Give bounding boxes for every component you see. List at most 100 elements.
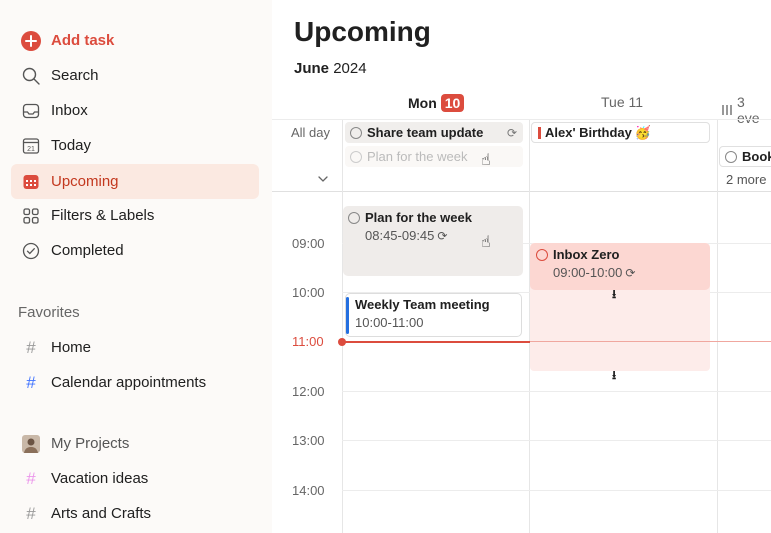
sidebar-item-home[interactable]: # Home [11, 330, 259, 365]
today-badge: 10 [440, 94, 465, 112]
divider [342, 120, 343, 533]
sidebar-item-calendar-appointments[interactable]: # Calendar appointments [11, 365, 259, 400]
event-title: Weekly Team meeting [355, 297, 490, 312]
calendar-day-icon: 21 [21, 136, 41, 156]
color-bar [538, 126, 541, 139]
bars-icon [722, 105, 733, 115]
grab-cursor-icon: ☝ [481, 234, 491, 251]
check-circle-icon [21, 241, 41, 261]
task-title: Share team update [367, 125, 484, 140]
day-label: Mon [408, 95, 437, 111]
time-label: 10:00 [292, 285, 325, 300]
sidebar-item-completed[interactable]: Completed [11, 233, 259, 268]
sidebar-item-label: Vacation ideas [51, 470, 149, 487]
resize-handle-icon[interactable]: ⭳ [612, 285, 616, 306]
event-time: 09:00-10:00 [553, 265, 623, 280]
all-day-label: All day [291, 125, 331, 140]
allday-task-alex-birthday[interactable]: Alex' Birthday 🥳 [531, 122, 710, 143]
hash-icon: # [26, 337, 36, 357]
event-inbox-zero[interactable]: Inbox Zero 09:00-10:00 ⟳ [530, 243, 710, 290]
hour-line [342, 490, 771, 491]
calendar-grid-icon [21, 172, 41, 192]
sidebar-item-label: Filters & Labels [51, 207, 155, 224]
sidebar-item-label: Today [51, 137, 92, 154]
month-selector[interactable]: June 2024 [294, 60, 367, 77]
task-checkbox[interactable] [348, 211, 360, 224]
add-task-button[interactable]: Add task [11, 23, 259, 58]
task-checkbox [350, 150, 362, 163]
plus-circle-icon [21, 30, 41, 51]
sidebar-item-label: Completed [51, 242, 124, 259]
favorites-heading[interactable]: Favorites [18, 304, 80, 321]
sidebar-item-today[interactable]: 21 Today [11, 128, 259, 163]
time-label: 13:00 [292, 433, 325, 448]
divider [717, 120, 718, 533]
svg-text:21: 21 [27, 146, 35, 153]
event-title: Plan for the week [365, 210, 472, 225]
grab-cursor-icon: ☝ [481, 152, 491, 169]
event-title: Inbox Zero [553, 247, 620, 262]
sidebar-item-label: Calendar appointments [51, 374, 207, 391]
page-title: Upcoming [294, 16, 431, 47]
sidebar-item-label: Search [51, 67, 99, 84]
main-panel: Upcoming June 2024 Mon 10 Tue 11 3 eve A… [272, 0, 771, 533]
more-events-link[interactable]: 2 more [726, 172, 766, 187]
chevron-down-icon[interactable] [318, 172, 328, 186]
year-label: 2024 [333, 60, 367, 77]
recurring-icon: ⟳ [506, 125, 517, 140]
time-label: 12:00 [292, 384, 325, 399]
day-label: 3 eve [736, 94, 760, 126]
task-checkbox[interactable] [725, 150, 737, 163]
hash-icon: # [26, 372, 36, 392]
task-checkbox[interactable] [536, 248, 548, 261]
grid-icon [21, 206, 41, 226]
sidebar-item-inbox[interactable]: Inbox [11, 93, 259, 128]
time-label: 09:00 [292, 236, 325, 251]
search-icon [21, 66, 41, 86]
dragging-task-ghost: Plan for the week [345, 146, 523, 167]
sidebar-item-label: Inbox [51, 102, 88, 119]
sidebar: Add task Search Inbox 21 Today Upcoming … [0, 0, 272, 533]
sidebar-item-upcoming[interactable]: Upcoming [11, 164, 259, 199]
task-title: Book [742, 149, 771, 164]
day-header-wed[interactable]: 3 eve [722, 94, 771, 126]
task-checkbox[interactable] [350, 126, 362, 139]
sidebar-item-search[interactable]: Search [11, 58, 259, 93]
task-title: Plan for the week [367, 149, 468, 164]
allday-task-share-team-update[interactable]: Share team update ⟳ [345, 122, 523, 143]
month-label: June [294, 60, 330, 77]
sidebar-item-filters-labels[interactable]: Filters & Labels [11, 198, 259, 233]
my-projects-heading[interactable]: My Projects [11, 426, 259, 461]
resize-handle-icon[interactable]: ⭳ [612, 366, 616, 387]
party-emoji-icon: 🥳 [634, 124, 652, 140]
event-weekly-team-meeting[interactable]: Weekly Team meeting 10:00-11:00 [345, 293, 522, 337]
sidebar-item-label: Home [51, 339, 92, 356]
current-time-label: 11:00 [292, 334, 324, 349]
sidebar-item-label: Arts and Crafts [51, 505, 152, 522]
my-projects-label: My Projects [51, 435, 130, 452]
day-header-tue[interactable]: Tue 11 [601, 94, 643, 110]
calendar-color-bar [346, 297, 349, 334]
event-time: 10:00-11:00 [355, 315, 424, 330]
sidebar-item-label: Upcoming [51, 173, 119, 190]
allday-task-book[interactable]: Book [719, 146, 771, 167]
add-task-label: Add task [51, 32, 115, 49]
inbox-icon [21, 101, 41, 121]
divider [272, 191, 771, 192]
current-time-line-faint [530, 341, 771, 342]
recurring-icon: ⟳ [625, 265, 636, 280]
avatar [21, 434, 41, 454]
event-plan-for-the-week[interactable]: Plan for the week 08:45-09:45 ⟳ [343, 206, 523, 276]
hash-icon: # [26, 503, 36, 523]
current-time-line [342, 341, 530, 343]
hour-line [342, 440, 771, 441]
task-title: Alex' Birthday [545, 125, 632, 140]
hash-icon: # [26, 468, 36, 488]
event-time: 08:45-09:45 [365, 228, 435, 243]
recurring-icon: ⟳ [437, 228, 448, 243]
divider [272, 119, 771, 120]
day-header-mon[interactable]: Mon 10 [408, 94, 465, 112]
time-label: 14:00 [292, 483, 325, 498]
sidebar-item-arts-and-crafts[interactable]: # Arts and Crafts [11, 496, 259, 531]
sidebar-item-vacation-ideas[interactable]: # Vacation ideas [11, 461, 259, 496]
